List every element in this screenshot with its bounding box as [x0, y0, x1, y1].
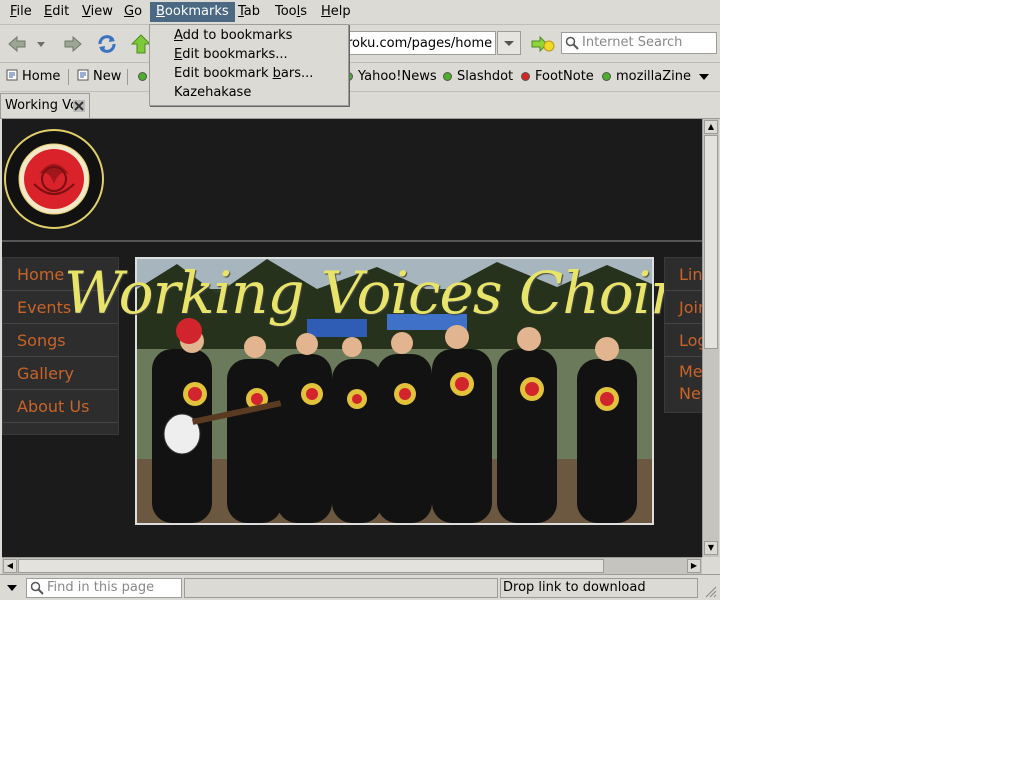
- menu-bookmarks[interactable]: Bookmarks: [150, 2, 235, 22]
- bookmark-new[interactable]: New: [77, 69, 121, 85]
- sidebar-toggle-chevron-icon[interactable]: [5, 583, 19, 593]
- menu-edit[interactable]: Edit: [40, 2, 73, 22]
- browser-window: File Edit View Go Bookmarks Tab Tools He…: [0, 0, 720, 600]
- green-dot-icon: [602, 72, 611, 81]
- status-bar: Find in this page Drop link to download: [0, 574, 720, 600]
- forward-arrow-icon[interactable]: [62, 33, 84, 55]
- navigation-toolbar: roku.com/pages/home Internet Search: [0, 25, 720, 63]
- menu-tools[interactable]: Tools: [271, 2, 311, 22]
- tab-working-voices[interactable]: Working Vo: [0, 93, 90, 118]
- menu-item-edit-bookmarks[interactable]: Edit bookmarks...: [174, 45, 288, 64]
- back-history-dropdown-icon[interactable]: [34, 33, 48, 55]
- back-arrow-icon[interactable]: [6, 33, 28, 55]
- bookmark-home[interactable]: Home: [6, 69, 60, 85]
- nav-link-songs[interactable]: Songs: [3, 324, 118, 357]
- nav-link-members-line: Me: [679, 362, 702, 381]
- bookmarks-dropdown-menu: Add to bookmarks Edit bookmarks... Edit …: [149, 24, 349, 106]
- url-history-dropdown-button[interactable]: [497, 31, 521, 55]
- page-icon: [77, 69, 89, 81]
- menu-tab[interactable]: Tab: [234, 2, 264, 22]
- scroll-left-icon[interactable]: ◀: [3, 559, 17, 573]
- status-message: Drop link to download: [500, 578, 698, 598]
- green-dot-icon: [443, 72, 452, 81]
- menu-item-edit-bookmark-bars[interactable]: Edit bookmark bars...: [174, 64, 313, 83]
- find-in-page-field[interactable]: Find in this page: [26, 578, 182, 598]
- nav-link-members-news[interactable]: Me Nev: [665, 357, 702, 412]
- tab-title: Working Vo: [5, 98, 75, 113]
- nav-link-links[interactable]: Link: [665, 258, 702, 291]
- search-placeholder: Internet Search: [582, 35, 683, 50]
- bookmark-separator: [68, 69, 69, 85]
- bookmark-separator: [127, 69, 128, 85]
- menu-help[interactable]: Help: [317, 2, 355, 22]
- menu-go[interactable]: Go: [120, 2, 146, 22]
- nav-link-join[interactable]: Join: [665, 291, 702, 324]
- page-viewport: Home Events Songs Gallery About Us Worki…: [2, 119, 702, 557]
- bookmark-slashdot[interactable]: Slashdot: [443, 69, 513, 85]
- red-dot-icon: [521, 72, 530, 81]
- menu-item-add-to-bookmarks[interactable]: Add to bookmarks: [174, 26, 292, 45]
- nav-link-gallery[interactable]: Gallery: [3, 357, 118, 390]
- bookmarks-overflow-chevron-icon[interactable]: [697, 71, 711, 83]
- chevron-down-icon: [504, 41, 514, 46]
- right-nav-menu: Link Join Log Me Nev: [664, 257, 702, 413]
- site-title: Working Voices Choir: [64, 259, 678, 327]
- scroll-down-icon[interactable]: ▼: [704, 541, 718, 555]
- tab-strip: Working Vo: [0, 92, 720, 119]
- magnifier-icon: [30, 581, 44, 595]
- magnifier-icon: [565, 36, 579, 50]
- green-dot-icon: [138, 72, 147, 81]
- resize-grip-icon[interactable]: [704, 581, 718, 599]
- bookmarks-bar: Home New Yahoo!News Slashdot FootNote mo…: [0, 63, 720, 92]
- scroll-up-icon[interactable]: ▲: [704, 120, 718, 134]
- bookmark-yahoo-news[interactable]: Yahoo!News: [344, 69, 437, 85]
- nav-link-news-line: Nev: [679, 384, 702, 403]
- header-divider: [2, 240, 702, 242]
- horizontal-scrollbar[interactable]: ◀ ▶: [2, 557, 702, 574]
- bookmark-mozillazine[interactable]: mozillaZine: [602, 69, 691, 85]
- internet-search-field[interactable]: Internet Search: [561, 32, 717, 54]
- vertical-scrollbar[interactable]: ▲ ▼: [702, 119, 719, 557]
- rose-logo-icon: [4, 129, 104, 229]
- find-placeholder: Find in this page: [47, 580, 155, 595]
- menu-item-kazehakase[interactable]: Kazehakase: [174, 83, 251, 102]
- scrollbar-corner: [702, 557, 720, 573]
- nav-link-about-us[interactable]: About Us: [3, 390, 118, 423]
- bookmark-footnote[interactable]: FootNote: [521, 69, 594, 85]
- nav-link-login[interactable]: Log: [665, 324, 702, 357]
- scroll-right-icon[interactable]: ▶: [687, 559, 701, 573]
- horizontal-scroll-thumb[interactable]: [18, 559, 604, 573]
- status-panel: [184, 578, 498, 598]
- go-icon[interactable]: [530, 33, 556, 55]
- vertical-scroll-thumb[interactable]: [704, 135, 718, 349]
- close-tab-icon[interactable]: [73, 100, 85, 112]
- menu-view[interactable]: View: [78, 2, 117, 22]
- page-icon: [6, 69, 18, 81]
- menu-file[interactable]: File: [6, 2, 36, 22]
- reload-icon[interactable]: [96, 33, 118, 55]
- menubar: File Edit View Go Bookmarks Tab Tools He…: [0, 0, 720, 25]
